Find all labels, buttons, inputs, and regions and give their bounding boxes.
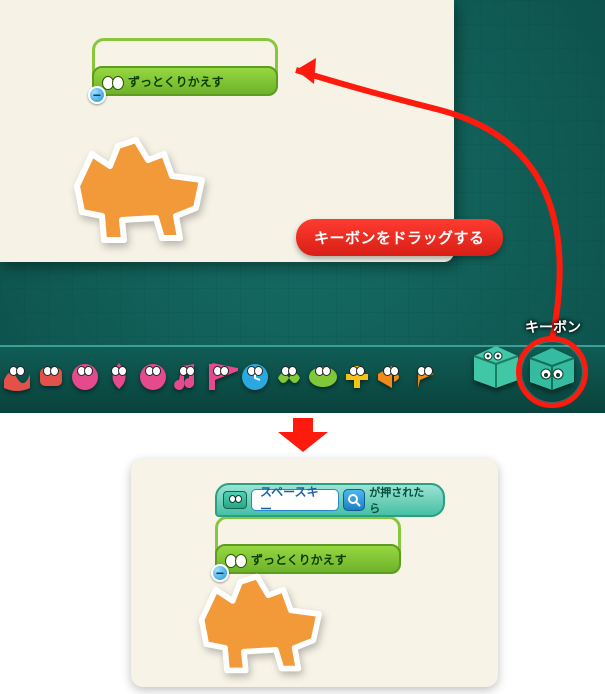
key-suffix-label: が押されたら [369, 484, 435, 516]
toolbar-item-marker[interactable] [408, 360, 442, 392]
repeat-block[interactable]: ずっとくりかえす − [92, 38, 278, 94]
kibon-name-label: キーボン [525, 317, 581, 337]
dog-sprite[interactable] [178, 554, 338, 676]
toolbar-item-plus-yellow[interactable] [340, 360, 374, 392]
toolbar-item-megaphone[interactable] [374, 360, 408, 392]
toolbar-item-wave[interactable] [0, 360, 34, 392]
toolbar-item-eye[interactable] [306, 360, 340, 392]
cube-icon [223, 491, 247, 509]
eyes-icon [102, 76, 124, 90]
dog-sprite[interactable] [52, 116, 222, 246]
step-arrow-icon [278, 418, 328, 452]
key-press-block[interactable]: スペースキー が押されたら [215, 483, 445, 517]
key-name-field[interactable]: スペースキー [251, 489, 339, 511]
toolbar-item-drop[interactable] [102, 360, 136, 392]
block-title: ずっとくりかえす [92, 66, 278, 96]
toolbar-item-cube-1[interactable] [466, 342, 524, 390]
search-icon [347, 493, 361, 507]
toolbar-item-clock[interactable] [238, 360, 272, 392]
tutorial-step-after: スペースキー が押されたら ずっとくりかえす − [131, 459, 498, 687]
toolbar-item-note[interactable] [170, 360, 204, 392]
tutorial-step-before: ずっとくりかえす − キーボンをドラッグする キーボン [0, 0, 605, 415]
toolbar-item-infinity[interactable] [272, 360, 306, 392]
toolbar-item-flag[interactable] [204, 360, 238, 392]
toolbar-item-swirl[interactable] [136, 360, 170, 392]
kibon-highlight-circle [516, 336, 588, 408]
toolbar-item-plus-red[interactable] [34, 360, 68, 392]
repeat-label: ずっとくりかえす [128, 73, 224, 90]
remove-block-button[interactable]: − [88, 86, 106, 104]
search-key-button[interactable] [343, 489, 365, 511]
drag-instruction-label: キーボンをドラッグする [296, 219, 503, 256]
toolbar-item-loop[interactable] [68, 360, 102, 392]
